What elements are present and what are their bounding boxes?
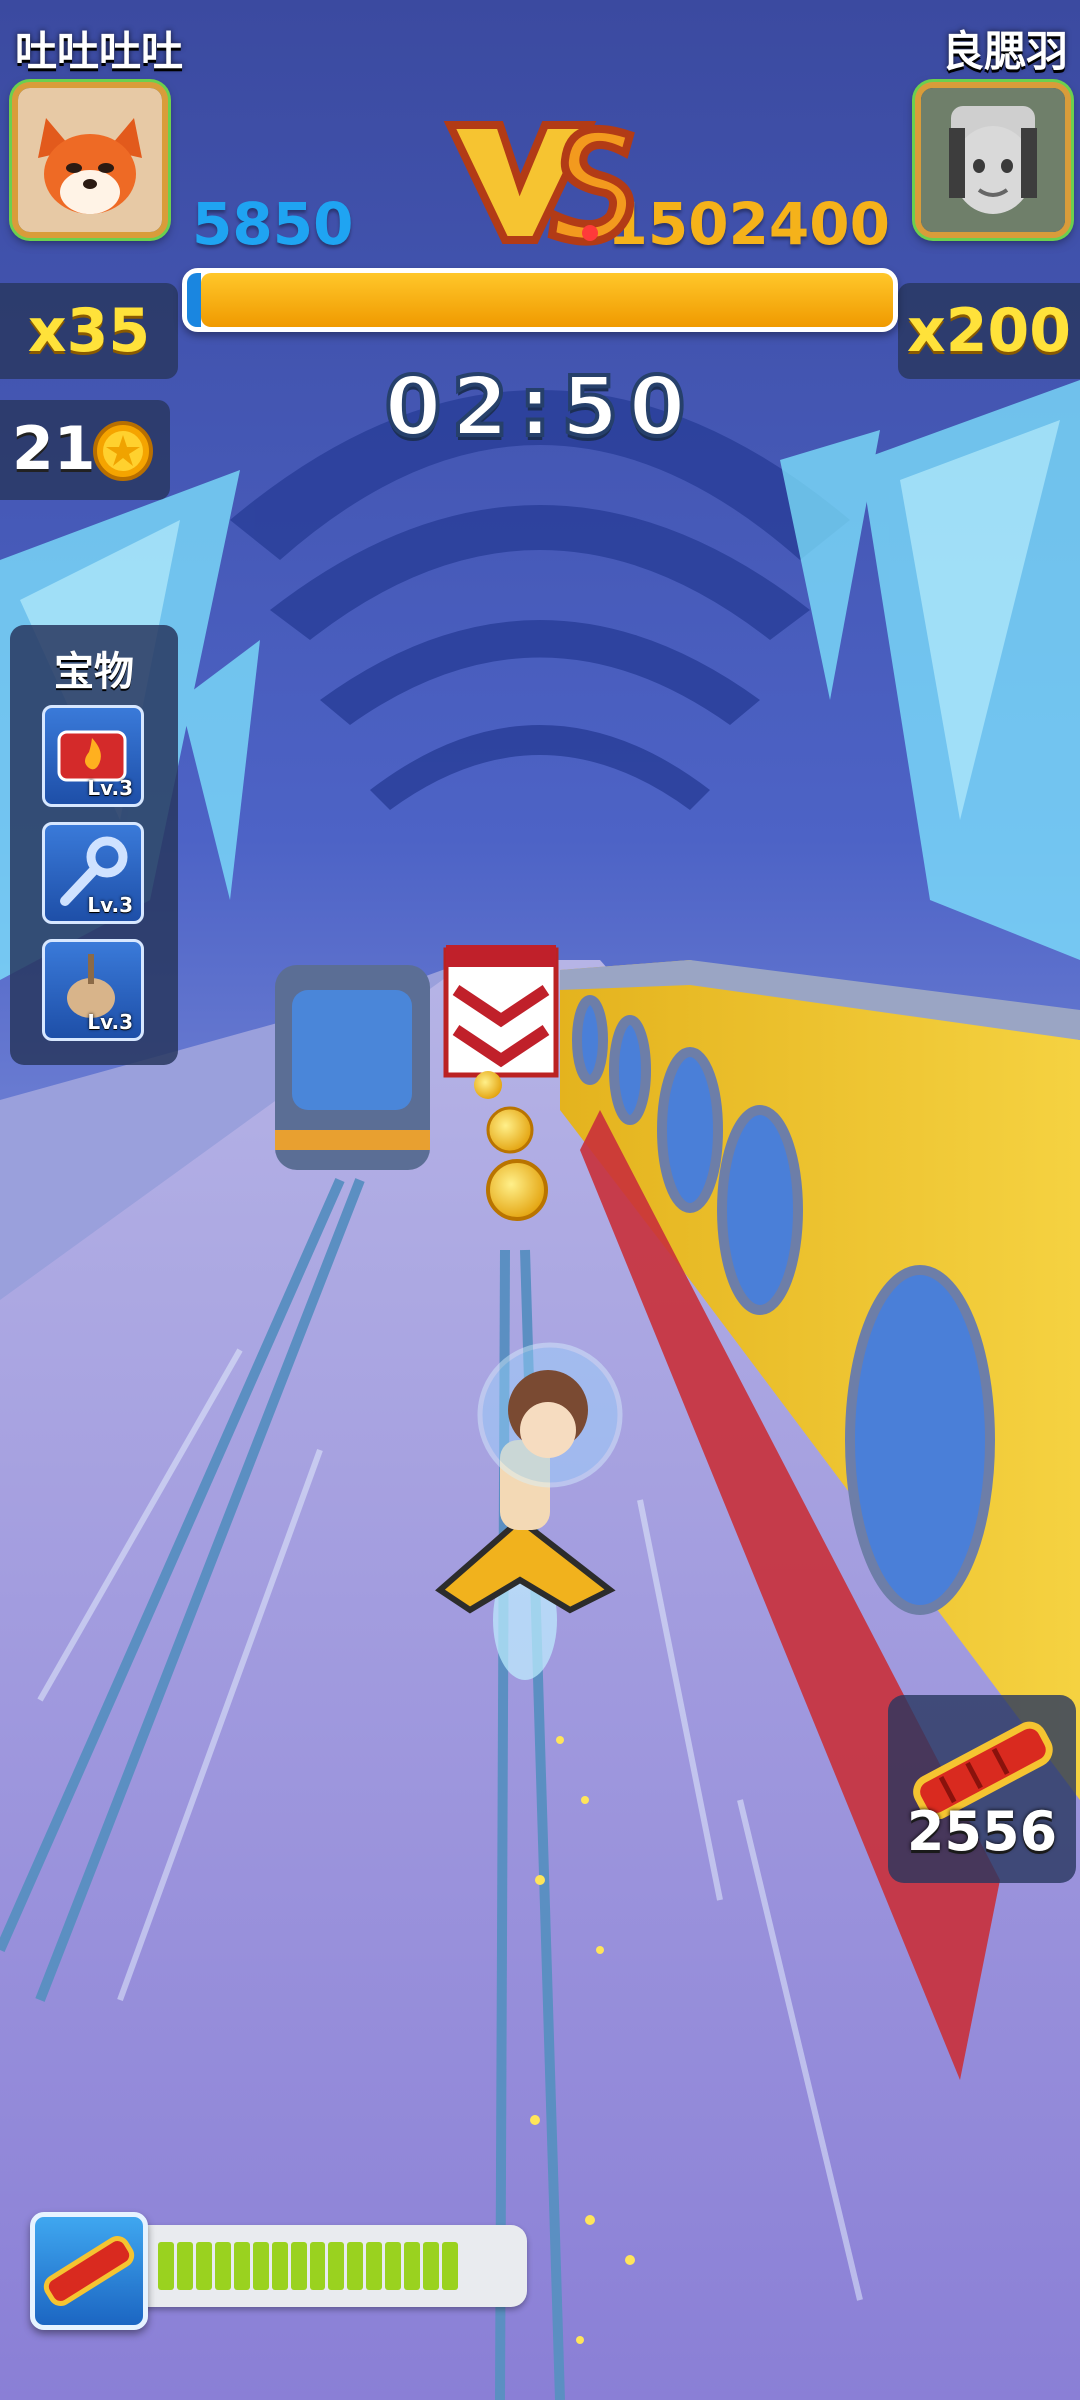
player-right-avatar[interactable] [915, 82, 1071, 238]
booster-segment [309, 2242, 326, 2290]
progress-right-fill [201, 273, 893, 327]
treasure-level-3: Lv.3 [87, 1010, 133, 1034]
booster-segment [195, 2242, 212, 2290]
player-left-name: 吐吐吐吐 [15, 27, 184, 76]
treasure-slot-3[interactable]: Lv.3 [42, 939, 144, 1041]
coin-counter: 21 [0, 400, 170, 500]
treasure-slot-1[interactable]: Lv.3 [42, 705, 144, 807]
booster-segment [366, 2242, 383, 2290]
player-left-avatar[interactable] [12, 82, 168, 238]
booster-segment [214, 2242, 231, 2290]
booster-segment [328, 2242, 345, 2290]
progress-left-fill [187, 273, 201, 327]
booster-button[interactable] [30, 2212, 148, 2330]
booster-meter [142, 2225, 527, 2307]
vs-emblem-icon [443, 121, 635, 246]
booster-segment [290, 2242, 307, 2290]
treasure-level-1: Lv.3 [87, 776, 133, 800]
booster-segment [385, 2242, 402, 2290]
player-left-multiplier: x35 [0, 283, 178, 379]
treasure-title: 宝物 [54, 649, 134, 695]
booster-segment [158, 2242, 174, 2290]
player-left-score: 5850 [192, 190, 354, 258]
runner-girl-avatar-icon [921, 88, 1065, 232]
player-right-name: 良腮羽 [941, 27, 1068, 76]
vs-emblem: VS [440, 105, 640, 255]
booster-segment [271, 2242, 288, 2290]
hoverboard-count: 2556 [906, 1800, 1058, 1863]
coin-icon [93, 421, 153, 481]
booster-segment [442, 2242, 458, 2290]
booster-segment [347, 2242, 364, 2290]
booster-segment [423, 2242, 440, 2290]
coin-count: 21 [12, 414, 96, 484]
score-progress-bar [182, 268, 898, 332]
treasure-panel: 宝物 Lv.3 Lv.3 Lv.3 [10, 625, 178, 1065]
match-timer: 02:50 [382, 358, 696, 457]
treasure-slot-2[interactable]: Lv.3 [42, 822, 144, 924]
booster-segment [176, 2242, 193, 2290]
booster-segment [404, 2242, 421, 2290]
booster-segment [252, 2242, 269, 2290]
booster-segment [233, 2242, 250, 2290]
hoverboard-icon [43, 2236, 135, 2306]
treasure-level-2: Lv.3 [87, 893, 133, 917]
player-right-score: 1502400 [607, 190, 891, 258]
fox-avatar-icon [18, 88, 162, 232]
hoverboard-counter[interactable]: 2556 [888, 1695, 1076, 1883]
booster-segments [158, 2242, 458, 2290]
player-right-multiplier: x200 [898, 283, 1080, 379]
